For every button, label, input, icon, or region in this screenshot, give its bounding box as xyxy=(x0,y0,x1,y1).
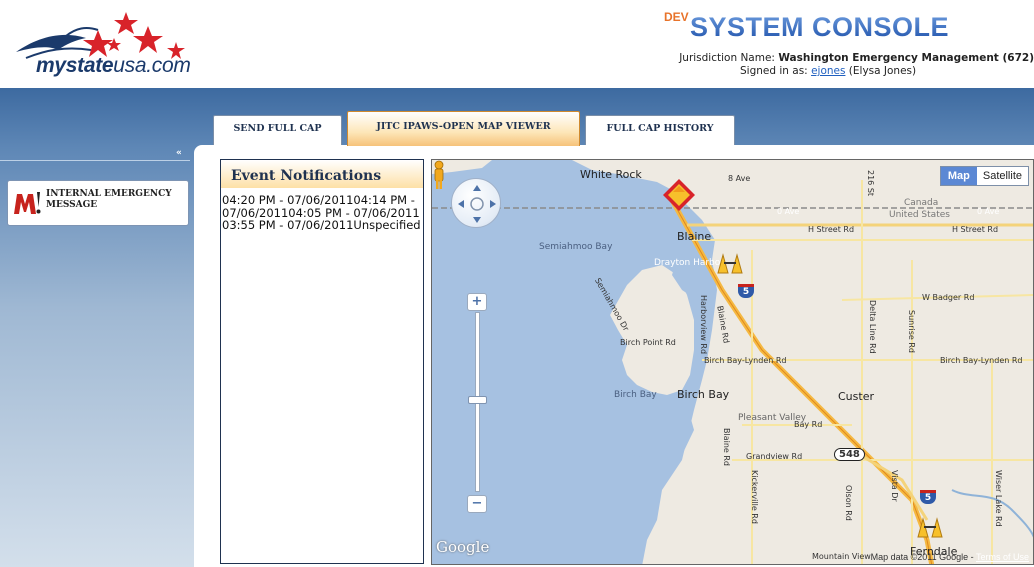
map-label-united-states: United States xyxy=(889,210,950,220)
jurisdiction-info: Jurisdiction Name: Washington Emergency … xyxy=(679,52,1034,64)
map-label-bay-rd: Bay Rd xyxy=(794,420,823,429)
tab-map-viewer[interactable]: JITC IPAWS-OPEN MAP VIEWER xyxy=(347,111,580,146)
map-label-w-badger-rd: W Badger Rd xyxy=(922,293,975,302)
console-title-text: SYSTEM CONSOLE xyxy=(690,12,950,42)
map-label-semiahmoo-bay: Semiahmoo Bay xyxy=(539,242,613,252)
map-label-birch-bay-town: Birch Bay xyxy=(677,388,730,401)
map-label-8-ave: 8 Ave xyxy=(728,174,751,183)
map-label-birch-bay-lynden-rd: Birch Bay-Lynden Rd xyxy=(704,356,787,365)
map-label-vista-dr: Vista Dr xyxy=(890,470,899,502)
system-console-title: DEV SYSTEM CONSOLE xyxy=(664,6,994,46)
people-alert-marker-icon[interactable] xyxy=(716,253,744,275)
signed-in-info: Signed in as: ejones (Elysa Jones) xyxy=(740,65,917,77)
google-logo[interactable]: Google xyxy=(436,538,489,556)
map-label-216-st: 216 St xyxy=(866,170,875,197)
map-type-control: Map Satellite xyxy=(939,166,1029,186)
zoom-in-button[interactable]: + xyxy=(467,293,487,311)
event-notifications-title: Event Notifications xyxy=(231,168,382,184)
collapse-sidebar-icon[interactable]: « xyxy=(176,148,182,158)
dev-badge: DEV xyxy=(664,10,689,24)
interstate-5-shield: 5 xyxy=(738,284,754,298)
map-label-mountain-view: Mountain View xyxy=(812,552,871,561)
map-label-white-rock: White Rock xyxy=(580,168,642,181)
map-label-delta-line-rd: Delta Line Rd xyxy=(868,300,877,354)
map-label-birch-bay-lynden-rd-east: Birch Bay-Lynden Rd xyxy=(940,356,1023,365)
zoom-slider-thumb[interactable] xyxy=(468,396,487,404)
map-label-blaine-rd-south: Blaine Rd xyxy=(722,428,731,467)
map-label-grandview-rd: Grandview Rd xyxy=(746,452,803,461)
map-label-custer: Custer xyxy=(838,390,874,403)
pan-arrows-icon xyxy=(458,185,496,223)
logo-text: mystateusa.com xyxy=(36,54,191,77)
m-alert-icon xyxy=(14,192,41,214)
sidebar-divider xyxy=(0,160,190,161)
tab-full-cap-history[interactable]: FULL CAP HISTORY xyxy=(585,115,735,145)
event-notifications-list[interactable]: 04:20 PM - 07/06/201104:14 PM - 07/06/20… xyxy=(222,194,422,232)
map-label-h-street-rd-east: H Street Rd xyxy=(952,225,999,234)
map-label-0-ave-east: 0 Ave xyxy=(977,207,1000,216)
page-header: mystateusa.com DEV SYSTEM CONSOLE Jurisd… xyxy=(0,0,1034,88)
mystateusa-logo[interactable]: mystateusa.com xyxy=(6,8,206,83)
route-548-shield: 548 xyxy=(834,448,865,461)
people-alert-marker-icon-south[interactable] xyxy=(916,517,944,539)
map-label-pleasant-valley: Pleasant Valley xyxy=(738,413,807,423)
map-label-wiser-lake-rd: Wiser Lake Rd xyxy=(994,470,1003,527)
hazard-warning-marker-icon[interactable] xyxy=(662,178,696,212)
map-label-harborview-rd: Harborview Rd xyxy=(699,294,709,355)
map-label-canada: Canada xyxy=(904,198,939,208)
street-view-pegman-icon[interactable] xyxy=(432,160,446,190)
sidebar-item-label: INTERNAL EMERGENCY MESSAGE xyxy=(46,189,172,210)
satellite-view-button[interactable]: Satellite xyxy=(976,167,1028,185)
map-label-kickerville-rd: Kickerville Rd xyxy=(750,470,759,524)
map-label-sunrise-rd: Sunrise Rd xyxy=(907,310,916,353)
map-view-button[interactable]: Map xyxy=(940,167,977,185)
map-viewer[interactable]: White Rock 8 Ave 216 St Canada United St… xyxy=(431,159,1034,565)
interstate-5-shield-south: 5 xyxy=(920,490,936,504)
map-label-birch-bay-water: Birch Bay xyxy=(614,390,657,400)
event-notifications-panel: Event Notifications 04:20 PM - 07/06/201… xyxy=(220,159,424,564)
sidebar-item-internal-emergency-message[interactable]: INTERNAL EMERGENCY MESSAGE xyxy=(7,180,189,226)
map-label-0-ave: 0 Ave xyxy=(777,207,800,216)
map-attribution: Map data ©2011 Google - Terms of Use xyxy=(870,552,1029,562)
map-label-olson-rd: Olson Rd xyxy=(844,485,853,521)
jurisdiction-name: Washington Emergency Management (672) xyxy=(778,52,1034,64)
terms-of-use-link[interactable]: Terms of Use xyxy=(976,552,1029,562)
pan-control[interactable] xyxy=(451,178,501,228)
map-label-birch-point-rd: Birch Point Rd xyxy=(620,338,676,347)
zoom-out-button[interactable]: − xyxy=(467,495,487,513)
map-label-drayton-harbor: Drayton Harbor xyxy=(654,258,724,268)
map-label-h-street-rd: H Street Rd xyxy=(808,225,855,234)
user-link[interactable]: ejones xyxy=(811,65,845,77)
tab-send-full-cap[interactable]: SEND FULL CAP xyxy=(213,115,342,145)
map-label-blaine: Blaine xyxy=(677,230,712,243)
